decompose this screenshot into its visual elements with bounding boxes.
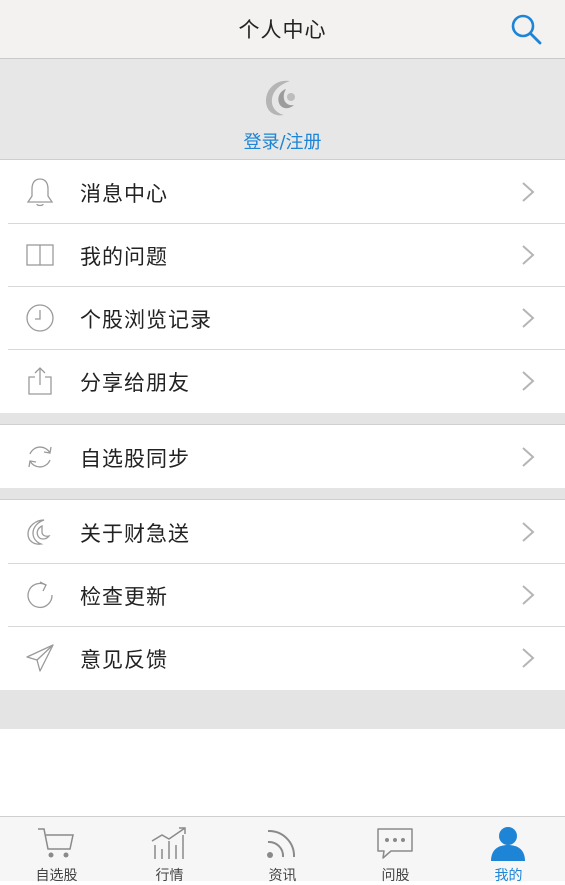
menu-item-label: 消息中心 — [80, 182, 168, 206]
menu-item-my-questions[interactable]: 我的问题 — [0, 223, 565, 286]
tab-label: 行情 — [155, 868, 184, 884]
chevron-right-icon — [522, 585, 535, 605]
section-footer-band — [0, 690, 565, 729]
app-logo-icon — [266, 80, 295, 116]
chat-icon — [377, 828, 413, 859]
tab-ask[interactable]: 问股 — [339, 817, 452, 884]
tab-label: 自选股 — [35, 868, 78, 884]
section-separator — [0, 488, 565, 499]
tab-news[interactable]: 资讯 — [226, 817, 339, 884]
menu-item-label: 我的问题 — [80, 245, 168, 269]
tab-market[interactable]: 行情 — [113, 817, 226, 884]
chevron-right-icon — [522, 245, 535, 265]
login-register-link[interactable]: 登录/注册 — [0, 128, 565, 154]
menu-item-feedback[interactable]: 意见反馈 — [0, 626, 565, 689]
bell-icon — [26, 178, 54, 207]
chevron-right-icon — [522, 648, 535, 668]
menu-group-main: 消息中心 我的问题 个股浏览记录 分享给朋友 — [0, 159, 565, 414]
menu-item-label: 自选股同步 — [80, 447, 190, 471]
book-icon — [26, 244, 54, 266]
chevron-right-icon — [522, 182, 535, 202]
menu-item-label: 分享给朋友 — [80, 371, 190, 395]
user-icon — [491, 827, 525, 861]
tab-mine[interactable]: 我的 — [452, 817, 565, 884]
tab-label: 问股 — [381, 868, 410, 884]
tab-label: 资讯 — [268, 868, 297, 884]
refresh-icon — [27, 581, 53, 609]
menu-item-label: 个股浏览记录 — [80, 308, 212, 332]
menu-item-watchlist-sync[interactable]: 自选股同步 — [0, 425, 565, 488]
menu-group-app: 关于财急送 检查更新 意见反馈 — [0, 499, 565, 691]
chevron-right-icon — [522, 447, 535, 467]
app-logo-icon — [27, 519, 51, 545]
tab-watchlist[interactable]: 自选股 — [0, 817, 113, 884]
nav-bar: 个人中心 — [0, 0, 565, 59]
menu-group-sync: 自选股同步 — [0, 424, 565, 489]
chevron-right-icon — [522, 371, 535, 391]
menu-item-label: 意见反馈 — [80, 648, 168, 672]
sync-icon — [28, 446, 52, 468]
menu-item-about[interactable]: 关于财急送 — [0, 500, 565, 563]
section-separator — [0, 413, 565, 424]
search-icon[interactable] — [509, 12, 543, 46]
chevron-right-icon — [522, 522, 535, 542]
share-icon — [28, 367, 52, 395]
paper-plane-icon — [26, 644, 54, 672]
menu-item-check-update[interactable]: 检查更新 — [0, 563, 565, 626]
cart-icon — [38, 828, 74, 858]
clock-icon — [26, 304, 54, 332]
rss-icon — [267, 829, 296, 858]
tab-bar: 自选股 行情 资讯 问股 我的 — [0, 816, 565, 884]
menu-item-share[interactable]: 分享给朋友 — [0, 349, 565, 412]
tab-label: 我的 — [494, 868, 523, 884]
menu-item-label: 关于财急送 — [80, 522, 190, 546]
chart-icon — [151, 827, 186, 859]
menu-item-messages[interactable]: 消息中心 — [0, 160, 565, 223]
page-title: 个人中心 — [238, 18, 327, 42]
chevron-right-icon — [522, 308, 535, 328]
menu-item-browsing-history[interactable]: 个股浏览记录 — [0, 286, 565, 349]
menu-item-label: 检查更新 — [80, 585, 168, 609]
